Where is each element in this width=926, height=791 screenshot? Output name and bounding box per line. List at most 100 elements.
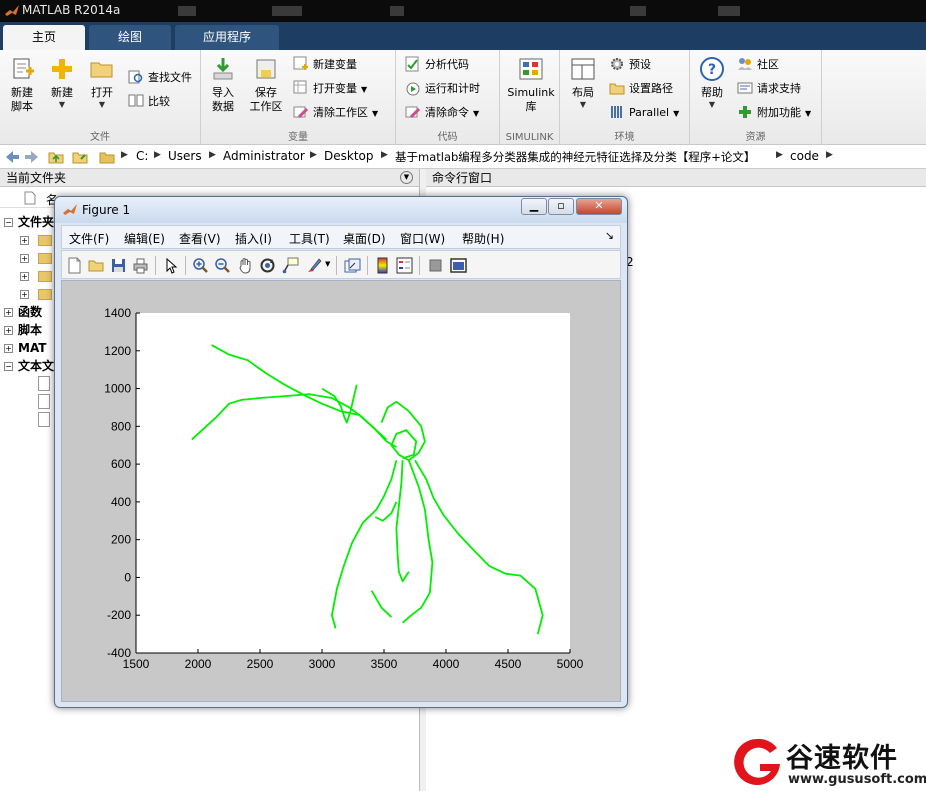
import-data-button[interactable]: 导入 数据 (201, 54, 245, 126)
forward-arrow-icon[interactable] (24, 149, 40, 165)
close-button[interactable]: ✕ (576, 198, 622, 215)
tree-node-folders[interactable]: − 文件夹 (4, 214, 54, 231)
menu-desktop[interactable]: 桌面(D) (343, 230, 386, 247)
simulink-library-button[interactable]: Simulink 库 (504, 54, 558, 126)
compare-button[interactable]: 比较 (128, 92, 170, 112)
brush-dropdown-icon[interactable]: ▼ (325, 260, 330, 268)
ribbon-tabs: 主页 绘图 应用程序 (0, 22, 926, 50)
breadcrumb-separator-icon: ▶ (154, 150, 161, 160)
minimize-button[interactable]: ▁ (521, 198, 547, 215)
x-tick-label: 5000 (557, 657, 584, 671)
open-variable-button[interactable]: 打开变量 ▼ (293, 79, 367, 99)
tree-expand-toggle[interactable]: + (20, 250, 34, 267)
preferences-button[interactable]: 预设 (609, 55, 651, 75)
menu-help[interactable]: 帮助(H) (462, 230, 504, 247)
new-script-button[interactable]: 新建 脚本 (0, 54, 44, 126)
panel-menu-icon[interactable]: ▼ (400, 171, 413, 184)
folder-icon (38, 253, 52, 264)
new-button[interactable]: 新建 ▼ (40, 54, 84, 126)
tree-node-scripts[interactable]: + 脚本 (4, 322, 42, 339)
breadcrumb-drive[interactable]: C: (136, 149, 148, 163)
colorbar-icon[interactable] (374, 257, 391, 274)
menu-file[interactable]: 文件(F) (69, 230, 109, 247)
menu-tools[interactable]: 工具(T) (289, 230, 330, 247)
tab-plots[interactable]: 绘图 (89, 25, 171, 50)
tree-expand-toggle[interactable]: + (20, 268, 34, 285)
new-figure-icon[interactable] (66, 257, 83, 274)
breadcrumb-desktop[interactable]: Desktop (324, 149, 374, 163)
tree-node-text-files[interactable]: − 文本文 (4, 358, 54, 375)
open-icon[interactable] (88, 257, 105, 274)
hide-plot-tools-icon[interactable] (427, 257, 444, 274)
breadcrumb-administrator[interactable]: Administrator (223, 149, 305, 163)
zoom-in-icon[interactable] (192, 257, 209, 274)
link-icon[interactable] (344, 257, 361, 274)
browse-folder-icon[interactable] (72, 149, 88, 165)
menu-insert[interactable]: 插入(I) (235, 230, 272, 247)
expand-icon: + (20, 236, 29, 245)
zoom-out-icon[interactable] (214, 257, 231, 274)
set-path-button[interactable]: 设置路径 (609, 79, 673, 99)
community-button[interactable]: 社区 (737, 55, 779, 75)
app-title: MATLAB R2014a (22, 3, 121, 17)
breadcrumb-separator-icon: ▶ (776, 150, 783, 160)
figure-titlebar[interactable]: Figure 1 ▁ ▫ ✕ (55, 197, 627, 223)
help-icon: ? (700, 57, 724, 81)
menu-edit[interactable]: 编辑(E) (124, 230, 165, 247)
compare-icon (128, 94, 144, 107)
legend-icon[interactable] (396, 257, 413, 274)
rotate-icon[interactable] (259, 257, 276, 274)
dock-arrow-icon[interactable]: ↘ (605, 229, 614, 242)
y-tick-label: 200 (111, 533, 131, 547)
print-icon[interactable] (132, 257, 149, 274)
toolbar-separator (419, 256, 420, 275)
clear-workspace-button[interactable]: 清除工作区 ▼ (293, 103, 378, 123)
maximize-button[interactable]: ▫ (548, 198, 574, 215)
breadcrumb-code[interactable]: code (790, 149, 819, 163)
resources-group: ? 帮助 ▼ 社区 请求支持 附加功能 ▼ 资源 (690, 50, 822, 145)
figure-window: Figure 1 ▁ ▫ ✕ 文件(F) 编辑(E) 查看(V) 插入(I) 工… (54, 196, 628, 708)
save-icon[interactable] (110, 257, 127, 274)
up-folder-icon[interactable] (48, 149, 64, 165)
show-plot-tools-icon[interactable] (450, 257, 467, 274)
text-file-icon (38, 412, 50, 427)
new-variable-button[interactable]: 新建变量 (293, 55, 357, 75)
import-data-icon (213, 58, 233, 80)
tree-node-mat[interactable]: + MAT (4, 340, 46, 357)
analyze-code-button[interactable]: 分析代码 (405, 55, 469, 75)
tab-home[interactable]: 主页 (3, 25, 85, 50)
plus-icon (52, 59, 72, 79)
add-ons-button[interactable]: 附加功能 ▼ (737, 103, 811, 123)
data-cursor-icon[interactable] (282, 257, 299, 274)
breadcrumb-separator-icon: ▶ (209, 150, 216, 160)
layout-icon (571, 58, 595, 80)
tree-node-functions[interactable]: + 函数 (4, 304, 42, 321)
open-button[interactable]: 打开 ▼ (80, 54, 124, 126)
parallel-button[interactable]: Parallel ▼ (609, 103, 679, 123)
find-files-button[interactable]: 查找文件 (128, 68, 192, 88)
run-and-time-button[interactable]: 运行和计时 (405, 79, 480, 99)
tree-expand-toggle[interactable]: + (20, 232, 34, 249)
expand-icon: + (4, 308, 13, 317)
layout-button[interactable]: 布局 ▼ (561, 54, 605, 126)
menu-view[interactable]: 查看(V) (179, 230, 221, 247)
tab-apps[interactable]: 应用程序 (175, 25, 279, 50)
pointer-icon[interactable] (163, 257, 180, 274)
resources-group-label: 资源 (745, 132, 766, 143)
pan-icon[interactable] (237, 257, 254, 274)
tree-expand-toggle[interactable]: + (20, 286, 34, 303)
help-button[interactable]: ? 帮助 ▼ (690, 54, 734, 126)
y-tick-label: -400 (107, 646, 131, 660)
request-support-button[interactable]: 请求支持 (737, 79, 801, 99)
y-tick-label: 600 (111, 457, 131, 471)
save-workspace-button[interactable]: 保存 工作区 (244, 54, 288, 126)
line-plot[interactable]: 1500 2000 2500 3000 3500 4000 4500 5000-400-200… (62, 281, 620, 701)
breadcrumb-project-folder[interactable]: 基于matlab编程多分类器集成的神经元特征选择及分类【程序+论文】 (395, 149, 755, 165)
menu-window[interactable]: 窗口(W) (400, 230, 445, 247)
breadcrumb-users[interactable]: Users (168, 149, 202, 163)
back-arrow-icon[interactable] (4, 149, 20, 165)
figure-canvas[interactable]: 1500 2000 2500 3000 3500 4000 4500 5000 -400 -200… (61, 280, 621, 702)
y-tick-label: 0 (124, 570, 131, 584)
clear-commands-button[interactable]: 清除命令 ▼ (405, 103, 479, 123)
brush-icon[interactable] (305, 257, 322, 274)
